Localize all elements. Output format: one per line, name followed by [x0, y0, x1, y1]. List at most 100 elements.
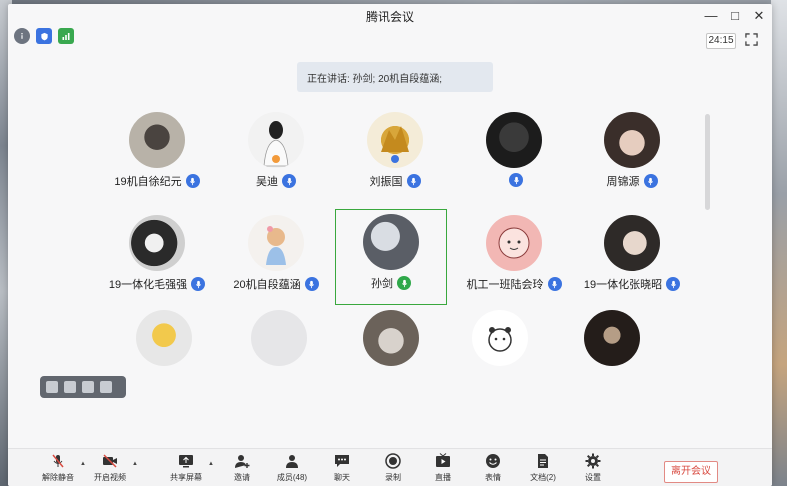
participant-tile[interactable]: 周锦源: [576, 106, 688, 202]
add-person-icon: [235, 455, 250, 468]
participant-tile[interactable]: [444, 304, 556, 400]
reactions-button[interactable]: 表情: [471, 453, 515, 483]
microphone-muted-icon: [52, 454, 64, 468]
participant-avatar: [363, 214, 419, 270]
participant-name: 周锦源: [606, 176, 640, 188]
participant-avatar: [604, 215, 660, 271]
minimize-button[interactable]: —: [704, 8, 718, 24]
camera-off-icon: [103, 454, 117, 468]
microphone-icon: [509, 173, 523, 187]
chat-icon: [335, 455, 349, 467]
grid-view-icon[interactable]: [46, 381, 58, 393]
microphone-icon: [282, 174, 296, 188]
gear-icon: [585, 453, 601, 469]
documents-button[interactable]: 文档(2): [521, 453, 565, 483]
fullscreen-icon[interactable]: [744, 33, 758, 47]
top-toolbar: 24:15: [8, 24, 772, 50]
window-title: 腾讯会议: [365, 10, 414, 24]
smiley-icon: [486, 454, 500, 468]
leave-meeting-button[interactable]: 离开会议: [664, 461, 718, 483]
participant-avatar: [472, 310, 528, 366]
maximize-button[interactable]: □: [728, 8, 742, 24]
settings-button[interactable]: 设置: [571, 453, 615, 483]
chat-label: 聊天: [334, 473, 350, 482]
participant-avatar: [248, 215, 304, 271]
desktop-edge-right: [771, 0, 787, 486]
documents-label: 文档(2): [530, 473, 556, 482]
invite-button[interactable]: 邀请: [220, 453, 264, 483]
participant-name: 机工一班陆会玲: [466, 279, 544, 291]
start-video-label: 开启视频: [94, 473, 126, 482]
microphone-icon: [666, 277, 681, 291]
chat-button[interactable]: 聊天: [320, 453, 364, 483]
live-stream-button[interactable]: 直播: [421, 453, 465, 483]
record-button[interactable]: 录制: [371, 453, 415, 483]
microphone-icon: [406, 174, 421, 188]
participant-name: 孙剑: [371, 278, 393, 290]
participant-avatar: [363, 310, 419, 366]
share-screen-label: 共享屏幕: [170, 473, 202, 482]
unmute-label: 解除静音: [42, 473, 74, 482]
participant-name: 吴迪: [256, 176, 278, 188]
participant-avatar: [486, 112, 542, 168]
share-options-caret-icon[interactable]: ▲: [208, 461, 214, 467]
reactions-label: 表情: [485, 473, 501, 482]
participant-avatar: [604, 112, 660, 168]
window-controls: — □ ✕: [704, 8, 766, 24]
collapse-arrow-icon[interactable]: [100, 381, 112, 393]
participant-avatar: [367, 112, 423, 168]
participant-name-row: 19一体化张晓昭: [556, 276, 708, 292]
participant-avatar: [248, 112, 304, 168]
participant-tile[interactable]: 19一体化毛强强: [101, 209, 213, 305]
network-signal-icon[interactable]: [58, 28, 74, 44]
record-icon: [385, 453, 401, 469]
participant-tile[interactable]: 刘振国: [339, 106, 451, 202]
participant-tile[interactable]: [556, 304, 668, 400]
gallery-scrollbar[interactable]: [705, 114, 710, 210]
participant-tile[interactable]: 19一体化张晓昭: [576, 209, 688, 305]
people-icon: [286, 455, 298, 468]
meeting-timer: 24:15: [706, 33, 736, 49]
meeting-window: 腾讯会议 — □ ✕ 24:15 正在讲话: 孙剑; 20机自段蕴涵; 19机自…: [8, 4, 772, 486]
participant-avatar: [486, 215, 542, 271]
mic-options-caret-icon[interactable]: ▲: [80, 461, 86, 467]
document-icon: [538, 454, 548, 468]
chat-bubble-icon[interactable]: [82, 381, 94, 393]
video-options-caret-icon[interactable]: ▲: [132, 461, 138, 467]
live-stream-label: 直播: [435, 473, 451, 482]
speaking-indicator: 正在讲话: 孙剑; 20机自段蕴涵;: [297, 62, 493, 92]
floating-view-toolbar: [40, 376, 126, 398]
close-button[interactable]: ✕: [752, 8, 766, 24]
start-video-button[interactable]: 开启视频: [88, 453, 132, 483]
record-label: 录制: [385, 473, 401, 482]
settings-label: 设置: [585, 473, 601, 482]
live-tv-icon: [436, 453, 450, 467]
share-screen-button[interactable]: 共享屏幕: [164, 453, 208, 483]
members-button[interactable]: 成员(48): [270, 453, 314, 483]
participant-tile[interactable]: 机工一班陆会玲: [458, 209, 570, 305]
participant-tile[interactable]: 吴迪: [220, 106, 332, 202]
unmute-button[interactable]: 解除静音: [36, 453, 80, 483]
share-screen-icon: [179, 455, 193, 468]
info-icon[interactable]: [14, 28, 30, 44]
security-shield-icon[interactable]: [36, 28, 52, 44]
active-speaker-tile[interactable]: 孙剑: [335, 209, 447, 305]
participant-tile[interactable]: 19机自徐纪元: [101, 106, 213, 202]
participant-avatar: [251, 310, 307, 366]
microphone-icon: [643, 174, 658, 188]
participant-name: 20机自段蕴涵: [233, 279, 301, 291]
participant-name-row: 周锦源: [556, 173, 708, 189]
participant-avatar: [129, 215, 185, 271]
microphone-icon: [185, 174, 200, 188]
microphone-active-icon: [397, 276, 411, 290]
emoji-icon[interactable]: [64, 381, 76, 393]
participant-tile[interactable]: [223, 304, 335, 400]
bottom-toolbar: 解除静音 ▲ 开启视频 ▲ 共享屏幕 ▲ 邀请 成员(48) 聊天 录制 直播 …: [8, 448, 772, 486]
participant-name: 19机自徐纪元: [114, 176, 182, 188]
participant-avatar: [129, 112, 185, 168]
participant-tile[interactable]: [335, 304, 447, 400]
participant-name: 刘振国: [369, 176, 403, 188]
participant-tile[interactable]: [458, 106, 570, 202]
participant-avatar: [584, 310, 640, 366]
participant-avatar: [136, 310, 192, 366]
